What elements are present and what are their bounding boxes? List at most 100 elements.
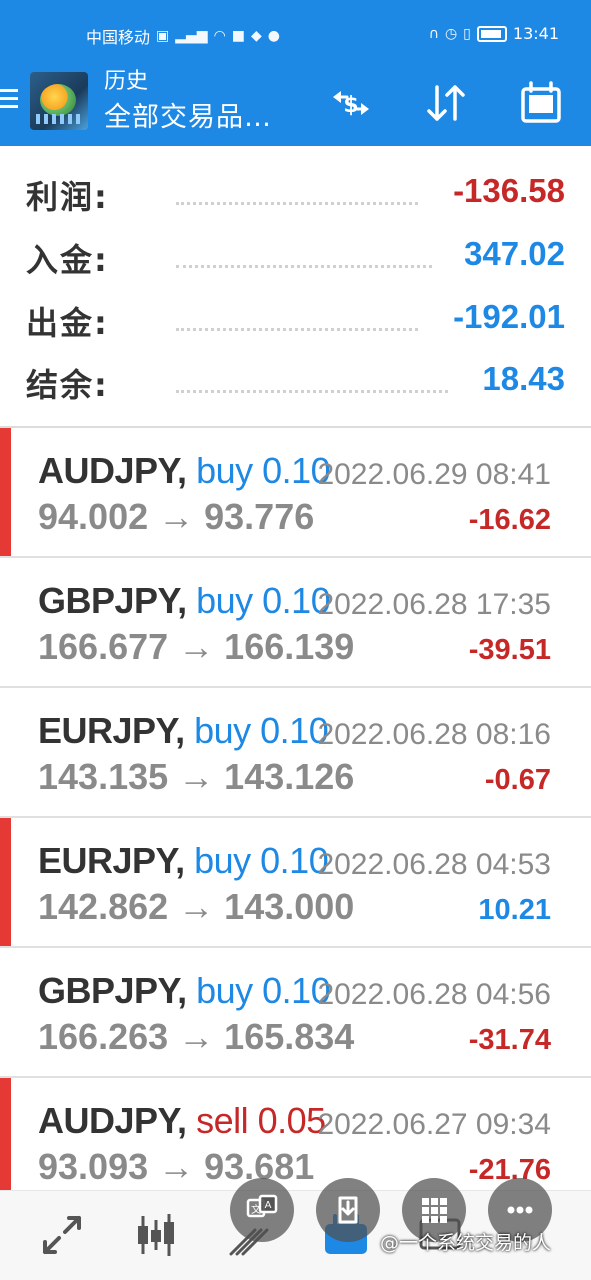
chart-candles-icon[interactable] [128,1207,184,1263]
summary-profit-row: 利润: -136.58 [0,162,591,224]
trade-marker [0,1078,11,1190]
arrow-icon: → [178,756,215,797]
calendar-icon[interactable] [514,76,568,130]
leader-dots [176,202,418,206]
hd-icon: ▣ [156,28,170,44]
open-price: 143.135 [38,756,169,797]
trade-title: AUDJPY, buy 0.10 [38,450,331,492]
vibrate-icon: ▯ [463,25,471,42]
menu-icon[interactable] [0,84,20,116]
translate-button[interactable]: 文 A [230,1178,294,1242]
trade-symbol: AUDJPY, [38,450,187,491]
trade-profit: -16.62 [468,504,551,536]
svg-text:A: A [265,1200,272,1211]
summary-withdrawal-row: 出金: -192.01 [0,288,591,350]
trade-datetime: 2022.06.28 04:56 [317,978,551,1011]
trade-title: EURJPY, buy 0.10 [38,710,329,752]
trade-symbol: EURJPY, [38,710,185,751]
status-bar: 中国移动 ▣ ▂▄▆ ◠ ■ ◆ ● ∩ ◷ ▯ 13:41 [0,0,591,62]
clock: 13:41 [512,24,559,43]
summary-balance-row: 结余: 18.43 [0,350,591,412]
arrow-icon: → [158,1146,195,1187]
balance-value: 18.43 [482,360,565,397]
trade-row[interactable]: GBPJPY, buy 0.10 2022.06.28 04:56 166.26… [0,948,591,1076]
wifi-icon: ◠ [213,28,226,44]
arrow-icon: → [158,496,195,537]
profit-value: -136.58 [453,172,565,209]
headphones-icon: ∩ [428,25,439,42]
trade-datetime: 2022.06.27 09:34 [317,1108,551,1141]
notification-icon: ■ [231,28,246,44]
deposit-value: 347.02 [464,235,565,272]
deposit-label: 入金: [26,241,109,279]
trade-symbol: GBPJPY, [38,970,187,1011]
trade-prices: 166.263 → 165.834 [38,1016,354,1058]
open-price: 93.093 [38,1146,149,1187]
trade-datetime: 2022.06.28 08:16 [317,718,551,751]
arrow-icon: → [178,886,215,927]
trade-profit: 10.21 [478,894,551,926]
leader-dots [176,390,448,394]
trade-symbol: EURJPY, [38,840,185,881]
trade-row[interactable]: GBPJPY, buy 0.10 2022.06.28 17:35 166.67… [0,558,591,686]
open-price: 142.862 [38,886,169,927]
trade-side: buy [196,450,253,491]
trade-symbol: AUDJPY, [38,1100,187,1141]
trade-side: sell [196,1100,249,1141]
leader-dots [176,265,432,269]
open-price: 166.263 [38,1016,169,1057]
close-price: 93.776 [204,496,315,537]
page-title: 历史 [104,69,149,94]
trade-title: GBPJPY, buy 0.10 [38,580,331,622]
status-bar-left: 中国移动 ▣ ▂▄▆ ◠ ■ ◆ ● [86,24,280,48]
trade-marker [0,428,11,556]
trade-prices: 143.135 → 143.126 [38,756,354,798]
arrow-icon: → [178,626,215,667]
shield-icon: ◆ [251,28,262,44]
close-price: 143.000 [224,886,355,927]
status-bar-right: ∩ ◷ ▯ 13:41 [429,24,559,43]
close-price: 143.126 [224,756,355,797]
download-button[interactable] [316,1178,380,1242]
alarm-icon: ◷ [444,25,458,42]
trade-row[interactable]: EURJPY, buy 0.10 2022.06.28 04:53 142.86… [0,818,591,946]
trade-volume: 0.05 [257,1100,327,1141]
account-summary: 利润: -136.58 入金: 347.02 出金: -192.01 结余: 1… [0,160,591,426]
trade-row[interactable]: EURJPY, buy 0.10 2022.06.28 08:16 143.13… [0,688,591,816]
trade-row[interactable]: AUDJPY, buy 0.10 2022.06.29 08:41 94.002… [0,428,591,556]
trade-side: buy [196,970,253,1011]
exchange-dollar-icon[interactable]: $ [324,76,378,130]
close-price: 166.139 [224,626,355,667]
withdrawal-value: -192.01 [453,298,565,335]
trade-prices: 166.677 → 166.139 [38,626,354,668]
trade-profit: -39.51 [468,634,551,666]
open-price: 94.002 [38,496,149,537]
trade-title: AUDJPY, sell 0.05 [38,1100,326,1142]
wechat-icon: ● [267,28,281,44]
symbol-filter[interactable]: 全部交易品… [104,100,272,136]
trade-profit: -31.74 [468,1024,551,1056]
open-price: 166.677 [38,626,169,667]
trade-prices: 142.862 → 143.000 [38,886,354,928]
app-bar: 历史 全部交易品… $ [0,62,591,146]
signal-icon: ▂▄▆ [175,28,208,44]
trade-title: EURJPY, buy 0.10 [38,840,329,882]
trade-row[interactable]: AUDJPY, sell 0.05 2022.06.27 09:34 93.09… [0,1078,591,1190]
quotes-icon[interactable] [34,1207,90,1263]
withdrawal-label: 出金: [26,304,109,342]
leader-dots [176,328,418,332]
trade-side: buy [194,840,251,881]
trade-symbol: GBPJPY, [38,580,187,621]
metatrader-logo [30,72,88,130]
trade-title: GBPJPY, buy 0.10 [38,970,331,1012]
close-price: 165.834 [224,1016,355,1057]
trade-profit: -0.67 [484,764,551,796]
sort-icon[interactable] [418,76,472,130]
trade-marker [0,818,11,946]
profit-label: 利润: [26,178,109,216]
balance-label: 结余: [26,366,109,404]
arrow-icon: → [178,1016,215,1057]
svg-text:文: 文 [251,1203,261,1216]
watermark: @一个系统交易的人 [380,1232,552,1254]
trade-side: buy [194,710,251,751]
